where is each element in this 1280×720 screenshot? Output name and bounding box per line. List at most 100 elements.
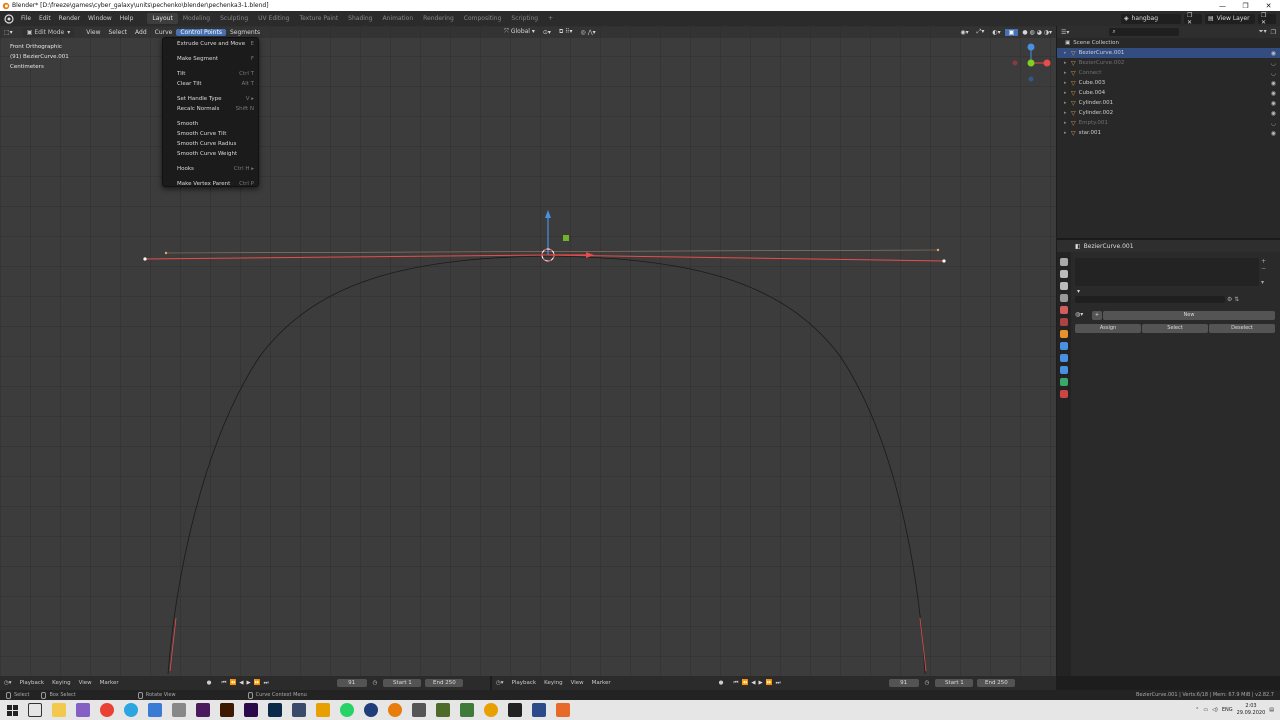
proportional-edit-icon[interactable]: ◎ ⋀▾ (577, 29, 600, 36)
timeline-playback[interactable]: Playback (16, 680, 49, 686)
jump-end-icon-2[interactable]: ⏭ (776, 680, 781, 687)
material-new-button[interactable]: New (1103, 311, 1275, 320)
render-tab-icon[interactable] (1060, 270, 1068, 278)
close-button[interactable]: ✕ (1257, 2, 1280, 10)
current-frame-field[interactable]: 91 (336, 679, 367, 687)
start-frame-field[interactable]: Start 1 (383, 679, 422, 687)
menu-item[interactable]: Smooth Curve Radius (163, 139, 258, 149)
menu-item[interactable]: Smooth Curve Tilt (163, 129, 258, 139)
start-frame-field-2[interactable]: Start 1 (935, 679, 974, 687)
visibility-eye-icon[interactable]: ◉ (1271, 90, 1276, 97)
windows-start-icon[interactable] (7, 704, 18, 716)
3d-viewport[interactable]: ⬚▾ ▣ Edit Mode ▾ View Select Add Curve C… (0, 26, 1056, 676)
particles-tab-icon[interactable] (1060, 354, 1068, 362)
nav-axis-neg-x[interactable] (1012, 60, 1018, 66)
expand-arrow-icon[interactable]: ▸ (1064, 90, 1067, 96)
jump-start-icon[interactable]: ⏮ (221, 680, 226, 687)
app-icon-22[interactable] (532, 703, 546, 717)
view-layer-actions[interactable]: ❐ ✕ (1258, 12, 1276, 26)
prev-key-icon[interactable]: ⏪ (229, 680, 236, 687)
visibility-icon[interactable]: ◉▾ (956, 29, 972, 36)
menu-window[interactable]: Window (84, 15, 116, 22)
filter-icon[interactable]: ⏷▾ (1259, 28, 1267, 36)
app-icon-20[interactable] (484, 703, 498, 717)
tray-chevron-icon[interactable]: ⌃ (1195, 707, 1199, 713)
network-icon[interactable]: ▭ (1203, 707, 1208, 713)
illustrator-icon[interactable] (220, 703, 234, 717)
playback-controls[interactable]: ⏮ ⏪ ◀ ▶ ⏩ ⏭ (215, 680, 274, 687)
timeline-keying[interactable]: Keying (48, 680, 74, 686)
world-tab-icon[interactable] (1060, 318, 1068, 326)
overlay-toggle-icon[interactable]: ◐▾ (988, 29, 1004, 36)
clock[interactable]: 2:03 29.09.2020 (1237, 703, 1266, 717)
visibility-eye-icon[interactable]: ◉ (1271, 100, 1276, 107)
tab-layout[interactable]: Layout (147, 13, 178, 24)
filter-input[interactable] (1075, 296, 1225, 303)
app-icon-6[interactable] (148, 703, 162, 717)
tab-uv-editing[interactable]: UV Editing (253, 13, 294, 24)
gizmo-toggle-icon[interactable]: ⤢▾ (973, 28, 989, 36)
pivot-icon[interactable]: ⊙▾ (539, 29, 555, 36)
menu-select[interactable]: Select (105, 29, 132, 36)
play-reverse-icon-2[interactable]: ◀ (751, 680, 755, 687)
expand-arrow-icon[interactable]: ▸ (1064, 50, 1067, 56)
notifications-icon[interactable]: ▤ (1269, 707, 1274, 713)
menu-item[interactable]: Smooth (163, 119, 258, 129)
menu-segments[interactable]: Segments (226, 29, 264, 36)
menu-item[interactable]: Make Vertex Parent Ctrl P (163, 179, 258, 189)
expand-arrow-icon[interactable]: ▸ (1064, 120, 1067, 126)
chrome-icon[interactable] (100, 703, 114, 717)
timeline2-playback[interactable]: Playback (508, 680, 541, 686)
maximize-button[interactable]: ❐ (1234, 2, 1257, 10)
timeline2-keying[interactable]: Keying (540, 680, 566, 686)
menu-help[interactable]: Help (116, 15, 138, 22)
handle-point-right-2[interactable] (936, 248, 940, 252)
nav-axis-neg-z[interactable] (1028, 76, 1034, 82)
visual-studio-icon[interactable] (76, 703, 90, 717)
menu-item[interactable]: Recalc Normals Shift N (163, 104, 258, 114)
assign-button[interactable]: Assign (1075, 324, 1141, 333)
expand-arrow-icon[interactable]: ▸ (1064, 80, 1067, 86)
visibility-eye-icon[interactable]: ◡ (1271, 60, 1276, 67)
current-frame-field-2[interactable]: 91 (888, 679, 919, 687)
visibility-eye-icon[interactable]: ◉ (1271, 110, 1276, 117)
menu-item[interactable]: Smooth Curve Weight (163, 149, 258, 159)
expand-arrow-icon[interactable]: ▸ (1064, 110, 1067, 116)
menu-add[interactable]: Add (131, 29, 151, 36)
gizmo-xz-plane[interactable] (563, 235, 569, 241)
material-browse-icon[interactable]: ◍▾ (1075, 311, 1091, 320)
next-key-icon[interactable]: ⏩ (254, 680, 261, 687)
data-tab-icon[interactable] (1060, 378, 1068, 386)
zoom-icon[interactable] (1040, 86, 1050, 96)
menu-view[interactable]: View (82, 29, 104, 36)
blender-taskbar-icon[interactable] (388, 703, 402, 717)
preview-range-icon-2[interactable]: ◷ (921, 680, 934, 686)
tab-shading[interactable]: Shading (343, 13, 377, 24)
premiere-icon[interactable] (196, 703, 210, 717)
outliner-row[interactable]: ▸ ▽ Cube.004 ◉ (1057, 88, 1280, 98)
expand-arrow-icon[interactable]: ▸ (1064, 100, 1067, 106)
tab-compositing[interactable]: Compositing (459, 13, 507, 24)
tab-animation[interactable]: Animation (378, 13, 419, 24)
shading-mode-icons[interactable]: ● ◍ ◕ ◑▾ (1018, 29, 1056, 36)
menu-curve[interactable]: Curve (151, 29, 177, 36)
menu-control-points[interactable]: Control Points (176, 28, 226, 36)
outliner-row[interactable]: ▸ ▽ star.001 ◉ (1057, 128, 1280, 138)
prev-key-icon-2[interactable]: ⏪ (741, 680, 748, 687)
language-indicator[interactable]: ENG (1222, 707, 1233, 713)
file-explorer-icon[interactable] (52, 703, 66, 717)
app-icon-18[interactable] (436, 703, 450, 717)
expand-arrow-icon[interactable]: ▸ (1064, 130, 1067, 136)
task-view-icon[interactable] (28, 703, 42, 717)
material-add-button[interactable]: + (1092, 311, 1102, 320)
telegram-icon[interactable] (124, 703, 138, 717)
new-collection-icon[interactable]: ❐ (1271, 29, 1276, 36)
visibility-eye-icon[interactable]: ◉ (1271, 130, 1276, 137)
preview-range-icon[interactable]: ◷ (369, 680, 382, 686)
visibility-eye-icon[interactable]: ◡ (1271, 120, 1276, 127)
record-icon-2[interactable]: ● (715, 680, 728, 686)
nav-axis-z[interactable] (1027, 43, 1035, 51)
menu-item[interactable]: Extrude Curve and Move E (163, 39, 258, 49)
play-icon-2[interactable]: ▶ (759, 680, 763, 687)
handle-point-left[interactable] (143, 257, 147, 261)
